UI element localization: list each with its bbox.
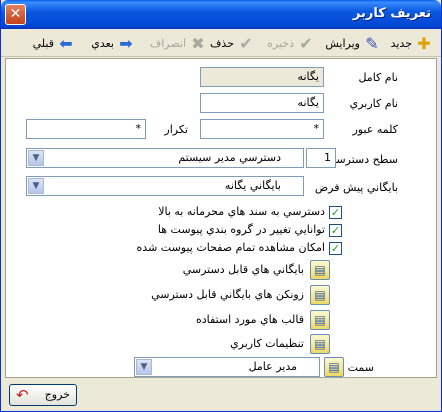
close-icon: ✕ — [9, 6, 22, 22]
new-button[interactable]: ✚جديد — [391, 34, 433, 54]
edit-icon: ✎ — [365, 34, 379, 53]
arrow-left-icon: ⬅ — [59, 34, 73, 53]
cancel-icon: ✖ — [191, 34, 205, 53]
position-dropdown[interactable]: ▼ مدير عامل — [134, 357, 320, 377]
full-name-label: نام كامل — [358, 71, 398, 84]
position-label: سمت — [347, 361, 374, 374]
templates-label: قالب هاي مورد استفاده — [196, 313, 304, 326]
password-field[interactable]: * — [200, 119, 324, 139]
toolbar: ✚جديد ✎ويرايش ✔ذخيره ✔حذف ✖انصراف ➡بعدي … — [1, 29, 441, 57]
folder-icon: ▤ — [328, 360, 340, 374]
checkmark-icon: ✔ — [239, 34, 253, 53]
checkbox-checked-icon: ✓ — [329, 241, 342, 255]
access-level-field[interactable]: 1 — [306, 148, 336, 168]
checkbox-checked-icon: ✓ — [329, 205, 342, 219]
default-archive-dropdown[interactable]: ▼ بايگاني يگانه — [26, 176, 304, 196]
arrow-right-icon: ➡ — [119, 34, 133, 53]
window-title: تعريف كاربر — [352, 6, 431, 21]
repeat-password-field[interactable]: * — [26, 119, 146, 139]
password-label: كلمه عبور — [352, 123, 398, 136]
cancel-button[interactable]: ✖انصراف — [150, 34, 207, 54]
user-definition-window: ✕ تعريف كاربر ✚جديد ✎ويرايش ✔ذخيره ✔حذف … — [0, 0, 442, 412]
archive-zones-label: زونكن هاي بايگاني قابل دسترسي — [151, 288, 304, 301]
title-bar[interactable]: ✕ تعريف كاربر — [1, 0, 441, 29]
user-settings-label: تنظيمات كاربري — [230, 337, 304, 350]
username-field[interactable]: يگانه — [200, 93, 324, 113]
archive-zones-button[interactable]: ▤ — [310, 285, 330, 305]
view-all-pages-checkbox[interactable]: ✓امكان مشاهده تمام صفحات پيوست شده — [137, 241, 342, 255]
user-settings-button[interactable]: ▤ — [310, 334, 330, 354]
check-icon: ✔ — [299, 34, 313, 53]
previous-button[interactable]: ⬅قبلي — [33, 34, 75, 54]
folder-icon: ▤ — [314, 313, 326, 327]
templates-button[interactable]: ▤ — [310, 310, 330, 330]
folder-icon: ▤ — [314, 263, 326, 277]
full-name-field[interactable]: يگانه — [200, 67, 324, 87]
folder-icon: ▤ — [314, 337, 326, 351]
change-groups-checkbox[interactable]: ✓توانايي تغيير در گروه بندي پيوست ها — [158, 223, 342, 237]
form-panel: نام كامل يگانه نام كاربري يگانه كلمه عبو… — [5, 58, 437, 378]
chevron-down-icon: ▼ — [28, 178, 44, 194]
delete-button[interactable]: ✔حذف — [210, 34, 255, 54]
close-button[interactable]: ✕ — [5, 4, 26, 25]
save-button[interactable]: ✔ذخيره — [267, 34, 315, 54]
default-archive-label: بايگاني پيش فرض — [314, 181, 398, 194]
position-picker-button[interactable]: ▤ — [324, 357, 344, 377]
classified-docs-checkbox[interactable]: ✓دسترسي به سند هاي محرمانه به بالا — [158, 205, 342, 219]
checkbox-checked-icon: ✓ — [329, 223, 342, 237]
access-level-dropdown[interactable]: ▼ دسترسي مدير سيستم — [26, 148, 304, 168]
plus-icon: ✚ — [417, 34, 431, 53]
undo-arrow-icon: ↶ — [16, 386, 29, 404]
folder-icon: ▤ — [314, 288, 326, 302]
access-level-label: سطح دسترسي — [327, 153, 398, 166]
username-label: نام كاربري — [349, 97, 398, 110]
next-button[interactable]: ➡بعدي — [91, 34, 135, 54]
edit-button[interactable]: ✎ويرايش — [325, 34, 381, 54]
archives-accessible-button[interactable]: ▤ — [310, 260, 330, 280]
repeat-label: تكرار — [164, 123, 188, 136]
chevron-down-icon: ▼ — [136, 359, 152, 375]
exit-button[interactable]: ↶ خروج — [9, 384, 77, 406]
archives-accessible-label: بايگاني هاي قابل دسترسي — [182, 263, 304, 276]
chevron-down-icon: ▼ — [28, 150, 44, 166]
